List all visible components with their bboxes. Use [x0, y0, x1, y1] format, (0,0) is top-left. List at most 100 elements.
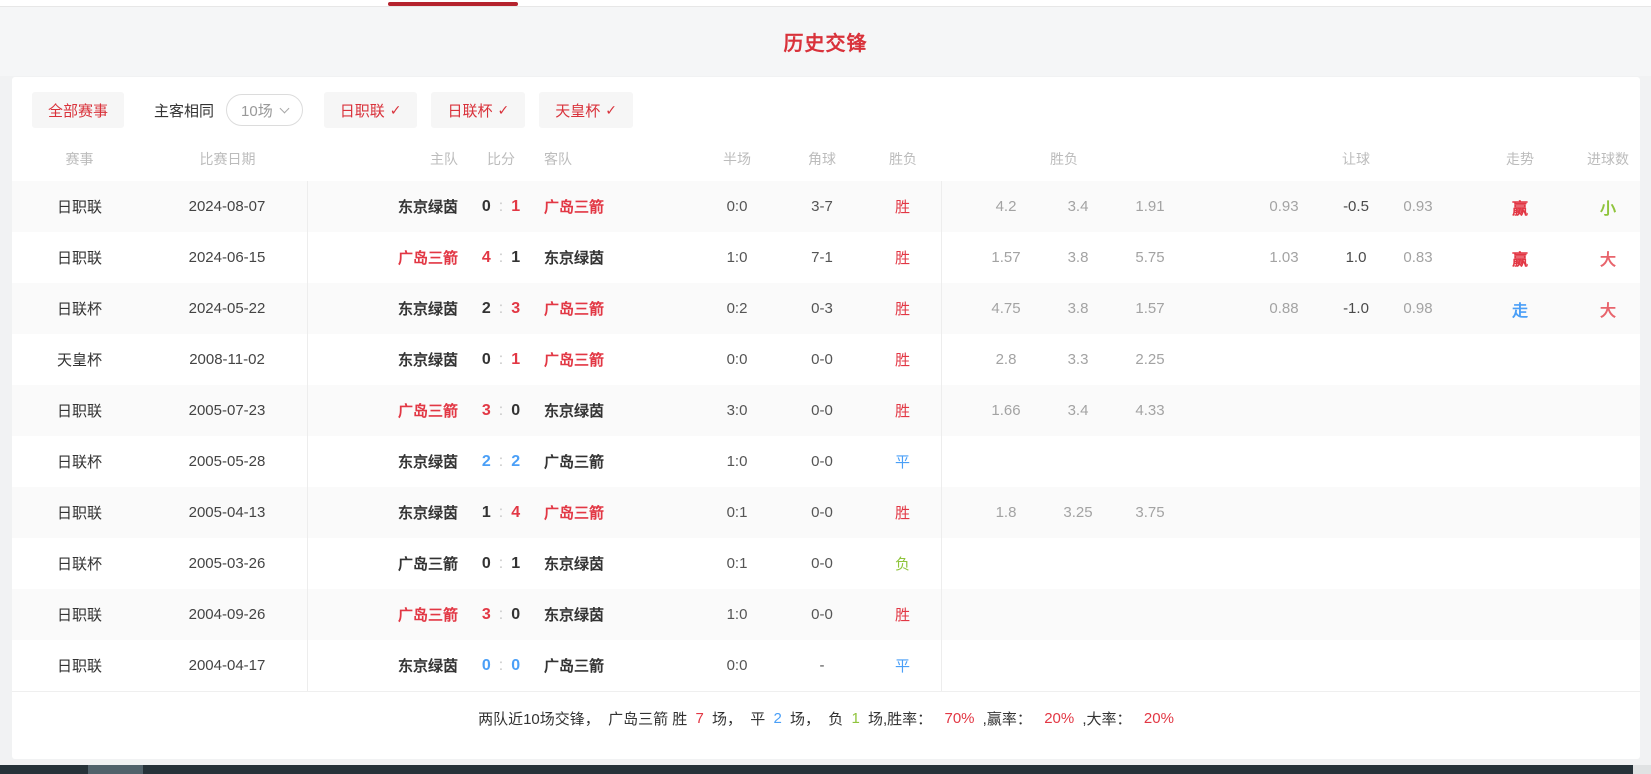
date-cell: 2024-05-22 — [147, 283, 308, 334]
trend-cell — [1464, 487, 1576, 538]
odds-lose-cell: 1.57 — [1114, 283, 1186, 334]
home-team-name: 广岛三箭 — [398, 400, 458, 421]
league-cell: 日职联 — [12, 589, 147, 640]
header-goals: 进球数 — [1576, 136, 1640, 181]
away-team-name: 广岛三箭 — [544, 451, 604, 472]
handicap-line-cell — [1320, 640, 1392, 691]
all-events-label: 全部赛事 — [48, 100, 108, 121]
date-cell: 2024-08-07 — [147, 181, 308, 232]
spacer-cell — [1186, 538, 1248, 589]
corner-cell: - — [780, 640, 864, 691]
goals-cell — [1576, 487, 1640, 538]
odds-draw-cell — [1042, 640, 1114, 691]
away-team-cell: 广岛三箭 — [544, 487, 694, 538]
handicap-away-cell — [1392, 487, 1464, 538]
away-goals: 1 — [511, 249, 520, 267]
league-cell: 日职联 — [12, 640, 147, 691]
half-time-cell: 3:0 — [694, 385, 780, 436]
score-cell: 2:2 — [458, 436, 544, 487]
away-team-name: 东京绿茵 — [544, 604, 604, 625]
odds-lose-cell: 5.75 — [1114, 232, 1186, 283]
home-team-cell: 广岛三箭 — [308, 232, 458, 283]
away-team-name: 广岛三箭 — [544, 655, 604, 676]
handicap-away-cell: 0.98 — [1392, 283, 1464, 334]
header-half: 半场 — [694, 136, 780, 181]
odds-win-cell — [942, 640, 1042, 691]
odds-lose-cell — [1114, 538, 1186, 589]
league-filter-emperors-cup[interactable]: 天皇杯 ✓ — [539, 92, 633, 128]
summary-handicap-rate: 20% — [1044, 710, 1074, 727]
result-cell: 胜 — [864, 385, 942, 436]
home-away-same-label[interactable]: 主客相同 — [154, 100, 214, 121]
away-goals: 0 — [511, 657, 520, 675]
header-corner: 角球 — [780, 136, 864, 181]
league-cell: 日职联 — [12, 232, 147, 283]
result-cell: 胜 — [864, 334, 942, 385]
corner-cell: 0-0 — [780, 589, 864, 640]
spacer-cell — [1186, 589, 1248, 640]
header-handicap-group: 让球 — [1248, 136, 1464, 181]
spacer-cell — [1186, 487, 1248, 538]
league-cell: 日联杯 — [12, 283, 147, 334]
summary-text: ,大率： — [1078, 708, 1140, 729]
all-events-button[interactable]: 全部赛事 — [32, 92, 124, 128]
score-separator: : — [499, 198, 503, 216]
horizontal-scrollbar[interactable] — [0, 765, 1633, 774]
score-separator: : — [499, 249, 503, 267]
home-team-cell: 东京绿茵 — [308, 487, 458, 538]
odds-lose-cell — [1114, 640, 1186, 691]
away-goals: 0 — [511, 606, 520, 624]
summary-text: 场,胜率： — [864, 708, 941, 729]
scrollbar-corner — [1633, 765, 1651, 774]
header-trend: 走势 — [1464, 136, 1576, 181]
handicap-line-cell — [1320, 334, 1392, 385]
goals-cell — [1576, 538, 1640, 589]
odds-draw-cell: 3.8 — [1042, 283, 1114, 334]
odds-draw-cell: 3.4 — [1042, 385, 1114, 436]
half-time-cell: 0:0 — [694, 334, 780, 385]
trend-cell — [1464, 334, 1576, 385]
header-league: 赛事 — [12, 136, 147, 181]
league-cell: 日职联 — [12, 487, 147, 538]
handicap-line-cell — [1320, 538, 1392, 589]
header-away: 客队 — [544, 136, 694, 181]
league-filter-jleague-cup[interactable]: 日联杯 ✓ — [431, 92, 525, 128]
check-icon: ✓ — [390, 102, 402, 119]
league-filter-label: 日职联 — [340, 100, 385, 121]
score-separator: : — [499, 402, 503, 420]
score-cell: 0:0 — [458, 640, 544, 691]
score-cell: 2:3 — [458, 283, 544, 334]
result-text: 平 — [895, 655, 910, 676]
odds-win-cell — [942, 436, 1042, 487]
goals-cell: 大 — [1576, 232, 1640, 283]
date-cell: 2005-07-23 — [147, 385, 308, 436]
score-cell: 3:0 — [458, 589, 544, 640]
away-team-name: 广岛三箭 — [544, 349, 604, 370]
chevron-down-icon — [279, 103, 289, 113]
odds-lose-cell: 4.33 — [1114, 385, 1186, 436]
home-team-name: 广岛三箭 — [398, 553, 458, 574]
home-team-name: 东京绿茵 — [398, 451, 458, 472]
match-count-dropdown[interactable]: 10场 — [226, 94, 303, 126]
home-team-name: 东京绿茵 — [398, 298, 458, 319]
table-row: 日职联 2024-08-07 东京绿茵 0:1 广岛三箭 0:0 3-7 胜 4… — [12, 181, 1640, 232]
date-cell: 2004-04-17 — [147, 640, 308, 691]
scrollbar-thumb[interactable] — [88, 765, 143, 774]
goals-cell — [1576, 436, 1640, 487]
away-team-cell: 东京绿茵 — [544, 589, 694, 640]
spacer-cell — [1186, 640, 1248, 691]
handicap-away-cell: 0.93 — [1392, 181, 1464, 232]
odds-win-cell — [942, 538, 1042, 589]
match-count-value: 10场 — [241, 100, 273, 121]
away-goals: 3 — [511, 300, 520, 318]
table-row: 天皇杯 2008-11-02 东京绿茵 0:1 广岛三箭 0:0 0-0 胜 2… — [12, 334, 1640, 385]
half-time-cell: 0:0 — [694, 181, 780, 232]
spacer-cell — [1186, 334, 1248, 385]
date-cell: 2008-11-02 — [147, 334, 308, 385]
table-row: 日职联 2005-04-13 东京绿茵 1:4 广岛三箭 0:1 0-0 胜 1… — [12, 487, 1640, 538]
trend-cell — [1464, 640, 1576, 691]
odds-draw-cell: 3.25 — [1042, 487, 1114, 538]
odds-win-cell — [942, 589, 1042, 640]
away-goals: 2 — [511, 453, 520, 471]
league-filter-jleague[interactable]: 日职联 ✓ — [324, 92, 418, 128]
